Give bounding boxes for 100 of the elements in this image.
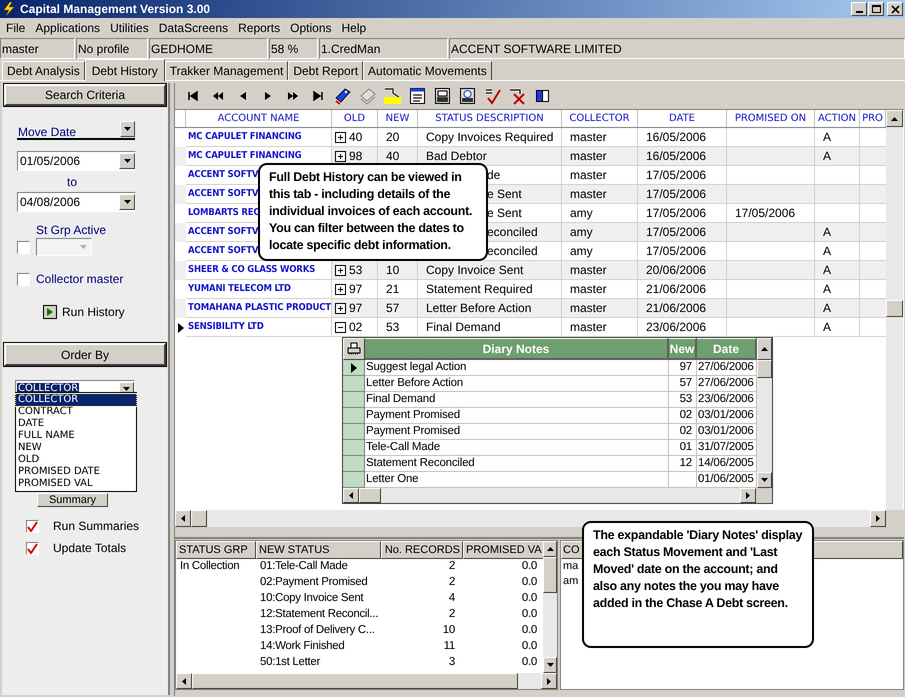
- menu-item[interactable]: DataScreens: [154, 18, 234, 36]
- from-date-field[interactable]: 01/05/2006: [17, 151, 136, 171]
- scrollbar[interactable]: [757, 360, 772, 488]
- to-date-field[interactable]: 04/08/2006: [17, 192, 136, 212]
- table-cell-text: A: [823, 224, 832, 241]
- scroll-left-button[interactable]: [176, 673, 192, 689]
- menu-item[interactable]: Reports: [233, 18, 286, 36]
- column-header[interactable]: OLD: [332, 110, 378, 127]
- table-cell: 14/06/2005: [698, 456, 754, 471]
- dropdown-option[interactable]: PROMISED DATE: [16, 466, 136, 478]
- checkbox[interactable]: [26, 520, 39, 532]
- dropdown-button[interactable]: [119, 153, 135, 169]
- checkbox[interactable]: [17, 240, 30, 254]
- scroll-thumb[interactable]: [543, 557, 557, 593]
- scroll-down-button[interactable]: [543, 657, 557, 673]
- scroll-up-button[interactable]: [543, 541, 557, 557]
- account-name[interactable]: LOMBARTS REC: [188, 206, 260, 220]
- tab[interactable]: Debt History: [84, 59, 165, 81]
- column-header[interactable]: No. RECORDS: [381, 541, 463, 559]
- scroll-thumb[interactable]: [886, 300, 903, 317]
- filter-icon[interactable]: [382, 86, 404, 106]
- scroll-thumb[interactable]: [757, 360, 772, 378]
- dropdown-option[interactable]: NEW: [16, 442, 136, 454]
- dropdown-option[interactable]: COLLECTOR: [16, 394, 136, 406]
- dropdown-button[interactable]: [120, 121, 135, 137]
- tab[interactable]: Debt Report: [288, 61, 364, 80]
- expand-icon[interactable]: [335, 150, 346, 162]
- expand-icon[interactable]: [335, 284, 346, 294]
- scroll-left-button[interactable]: [343, 488, 359, 503]
- order-by-button[interactable]: Order By: [4, 343, 166, 366]
- table-cell-text: 53: [349, 262, 362, 279]
- scroll-thumb[interactable]: [191, 510, 207, 527]
- column-header[interactable]: STATUS DESCRIPTION: [418, 110, 562, 127]
- minimize-button[interactable]: [851, 2, 867, 16]
- menu-item[interactable]: Utilities: [105, 18, 154, 36]
- account-name[interactable]: ACCENT SOFTV: [188, 244, 258, 258]
- scrollbar[interactable]: [543, 541, 557, 673]
- close-button[interactable]: [887, 2, 903, 16]
- column-header[interactable]: ACTION: [815, 110, 860, 127]
- column-header[interactable]: STATUS GRP: [176, 541, 256, 559]
- scroll-right-button[interactable]: [870, 510, 886, 527]
- scroll-right-button[interactable]: [541, 673, 557, 689]
- dropdown-option[interactable]: DATE: [16, 418, 136, 430]
- column-header[interactable]: PROMISED VA: [463, 541, 544, 559]
- table-cell-text: 14:Work Finished: [260, 639, 344, 654]
- table-cell-text: In Collection: [180, 559, 240, 574]
- account-name[interactable]: MC CAPULET FINANCING: [188, 130, 302, 144]
- dropdown-button[interactable]: [119, 194, 135, 210]
- dropdown-option[interactable]: CONTRACT: [16, 406, 136, 418]
- dropdown-option[interactable]: PROMISED VAL: [16, 478, 136, 490]
- date-type-dropdown[interactable]: Move Date: [17, 121, 135, 140]
- scroll-left-button[interactable]: [175, 510, 191, 527]
- current-row-icon: [350, 362, 356, 372]
- print-button[interactable]: [343, 338, 365, 360]
- column-header[interactable]: NEW STATUS: [256, 541, 381, 559]
- scrollbar[interactable]: [343, 488, 772, 503]
- table-cell-text: 0.0: [522, 591, 537, 606]
- column-header[interactable]: DATE: [638, 110, 727, 127]
- scroll-up-button[interactable]: [886, 110, 903, 127]
- expand-icon[interactable]: [335, 302, 346, 314]
- table-cell: 02: [680, 424, 692, 439]
- column-header[interactable]: PROMISED ON: [727, 110, 815, 127]
- play-button[interactable]: [43, 305, 57, 319]
- table-cell-text: 12:Statement Reconcil...: [260, 607, 378, 622]
- maximize-button[interactable]: [868, 2, 884, 16]
- expand-icon[interactable]: [335, 132, 346, 142]
- expand-icon[interactable]: [335, 264, 346, 276]
- scroll-right-button[interactable]: [740, 488, 756, 503]
- row-selector[interactable]: [343, 360, 365, 376]
- scrollbar[interactable]: [886, 110, 903, 510]
- column-header[interactable]: NEW: [378, 110, 418, 127]
- tab[interactable]: Trakker Management: [164, 61, 288, 80]
- dropdown-option[interactable]: FULL NAME: [16, 430, 136, 442]
- menu-item[interactable]: Options: [285, 18, 336, 36]
- scroll-thumb[interactable]: [359, 488, 381, 503]
- table-cell-text: master: [570, 300, 607, 317]
- search-criteria-button[interactable]: Search Criteria: [4, 84, 166, 106]
- menu-item[interactable]: Help: [336, 18, 372, 36]
- scroll-down-button[interactable]: [757, 472, 772, 488]
- account-name[interactable]: YUMANI TELECOM LTD: [188, 282, 291, 296]
- tab[interactable]: Debt Analysis: [2, 61, 85, 80]
- menu-item[interactable]: Applications: [30, 18, 106, 36]
- scroll-up-button[interactable]: [757, 338, 772, 360]
- checkbox[interactable]: [17, 272, 30, 286]
- caret-icon: [124, 200, 130, 204]
- run-history-link[interactable]: Run History: [62, 303, 125, 321]
- column-header[interactable]: COLLECTOR: [562, 110, 638, 127]
- dropdown-option[interactable]: OLD: [16, 454, 136, 466]
- status-field: 1.CredMan: [319, 38, 448, 59]
- status-group-dropdown[interactable]: [36, 238, 92, 256]
- collapse-icon[interactable]: [335, 322, 346, 332]
- tab[interactable]: Automatic Movements: [363, 61, 492, 80]
- account-name[interactable]: ACCENT SOFTV: [188, 224, 258, 240]
- column-header[interactable]: ACCOUNT NAME: [186, 110, 332, 127]
- menu-item[interactable]: File: [1, 18, 30, 36]
- table-cell-text: A: [823, 319, 832, 336]
- checkbox[interactable]: [26, 542, 39, 554]
- summary-button[interactable]: Summary: [37, 493, 108, 507]
- account-name[interactable]: SENSIBILITY LTD: [188, 320, 264, 334]
- account-name[interactable]: ACCENT SOFTV: [188, 186, 258, 202]
